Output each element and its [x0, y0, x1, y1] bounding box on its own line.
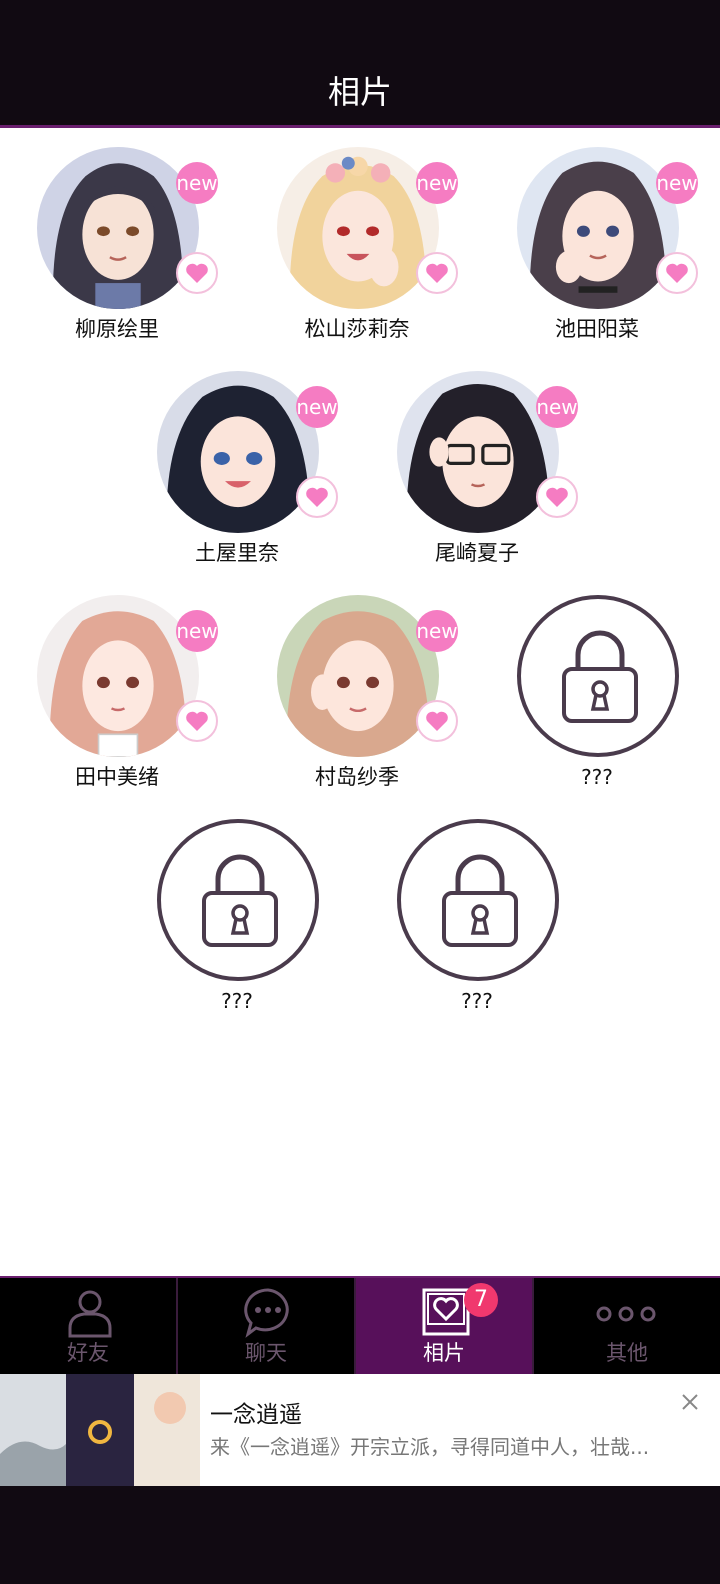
character-name: 柳原绘里	[75, 317, 159, 341]
tab-friends[interactable]: 好友	[0, 1278, 178, 1374]
new-badge: new	[176, 610, 218, 652]
character-card[interactable]: new 池田阳菜	[480, 131, 720, 341]
lock-icon	[202, 854, 278, 947]
new-badge: new	[296, 386, 338, 428]
more-dots-icon	[596, 1306, 656, 1322]
character-name: 尾崎夏子	[435, 541, 519, 565]
locked-avatar[interactable]	[157, 819, 319, 981]
character-card[interactable]: new 田中美绪	[0, 579, 240, 789]
close-icon[interactable]	[680, 1392, 700, 1412]
character-name: 池田阳菜	[555, 317, 639, 341]
character-name: ???	[221, 989, 253, 1013]
locked-avatar[interactable]	[517, 595, 679, 757]
character-name: 土屋里奈	[195, 541, 279, 565]
person-icon	[68, 1290, 112, 1338]
character-name: ???	[461, 989, 493, 1013]
new-badge: new	[416, 162, 458, 204]
locked-avatar[interactable]	[397, 819, 559, 981]
tab-label: 其他	[606, 1341, 648, 1365]
heart-icon[interactable]	[176, 252, 218, 294]
new-badge: new	[656, 162, 698, 204]
page-title: 相片	[327, 73, 392, 111]
new-badge: new	[536, 386, 578, 428]
character-card[interactable]: new 柳原绘里	[0, 131, 240, 341]
locked-card[interactable]: ???	[120, 803, 360, 1013]
character-avatar[interactable]	[37, 147, 199, 309]
notification-badge: 7	[464, 1283, 498, 1317]
character-card[interactable]: new 村岛纱季	[240, 579, 480, 789]
character-avatar[interactable]	[37, 595, 199, 757]
app-header: 相片	[0, 0, 720, 128]
character-name: 村岛纱季	[315, 765, 399, 789]
photo-grid: new 柳原绘里 new 松山莎莉奈 new 池田阳菜 new 土屋里奈 new	[0, 131, 720, 1276]
ad-description: 来《一念逍遥》开宗立派，寻得同道中人，壮哉...	[210, 1435, 650, 1459]
heart-icon[interactable]	[656, 252, 698, 294]
locked-card[interactable]: ???	[360, 803, 600, 1013]
tab-label: 好友	[67, 1341, 109, 1365]
tab-label: 聊天	[245, 1341, 287, 1365]
character-name: 松山莎莉奈	[304, 317, 410, 341]
heart-icon[interactable]	[536, 476, 578, 518]
chat-bubble-icon	[244, 1288, 289, 1338]
heart-icon[interactable]	[176, 700, 218, 742]
character-avatar[interactable]	[277, 595, 439, 757]
heart-icon[interactable]	[416, 700, 458, 742]
locked-card[interactable]: ???	[480, 579, 720, 789]
tab-chat[interactable]: 聊天	[178, 1278, 356, 1374]
lock-icon	[562, 630, 638, 723]
tab-label: 相片	[423, 1341, 465, 1365]
ad-title: 一念逍遥	[210, 1402, 302, 1428]
tab-more[interactable]: 其他	[534, 1278, 720, 1374]
character-card[interactable]: new 松山莎莉奈	[240, 131, 480, 341]
character-avatar[interactable]	[277, 147, 439, 309]
character-avatar[interactable]	[157, 371, 319, 533]
character-name: 田中美绪	[75, 765, 159, 789]
character-card[interactable]: new 土屋里奈	[120, 355, 360, 565]
ad-image[interactable]	[0, 1374, 200, 1486]
new-badge: new	[176, 162, 218, 204]
bottom-bar	[0, 1486, 720, 1584]
character-name: ???	[581, 765, 613, 789]
bottom-tab-bar: 好友 聊天 相片 其他	[0, 1276, 720, 1374]
lock-icon	[442, 854, 518, 947]
heart-icon[interactable]	[416, 252, 458, 294]
heart-icon[interactable]	[296, 476, 338, 518]
character-avatar[interactable]	[397, 371, 559, 533]
character-avatar[interactable]	[517, 147, 679, 309]
new-badge: new	[416, 610, 458, 652]
ad-banner[interactable]: 一念逍遥 来《一念逍遥》开宗立派，寻得同道中人，壮哉...	[0, 1374, 720, 1486]
character-card[interactable]: new 尾崎夏子	[360, 355, 600, 565]
tab-photos[interactable]: 相片	[356, 1278, 534, 1374]
